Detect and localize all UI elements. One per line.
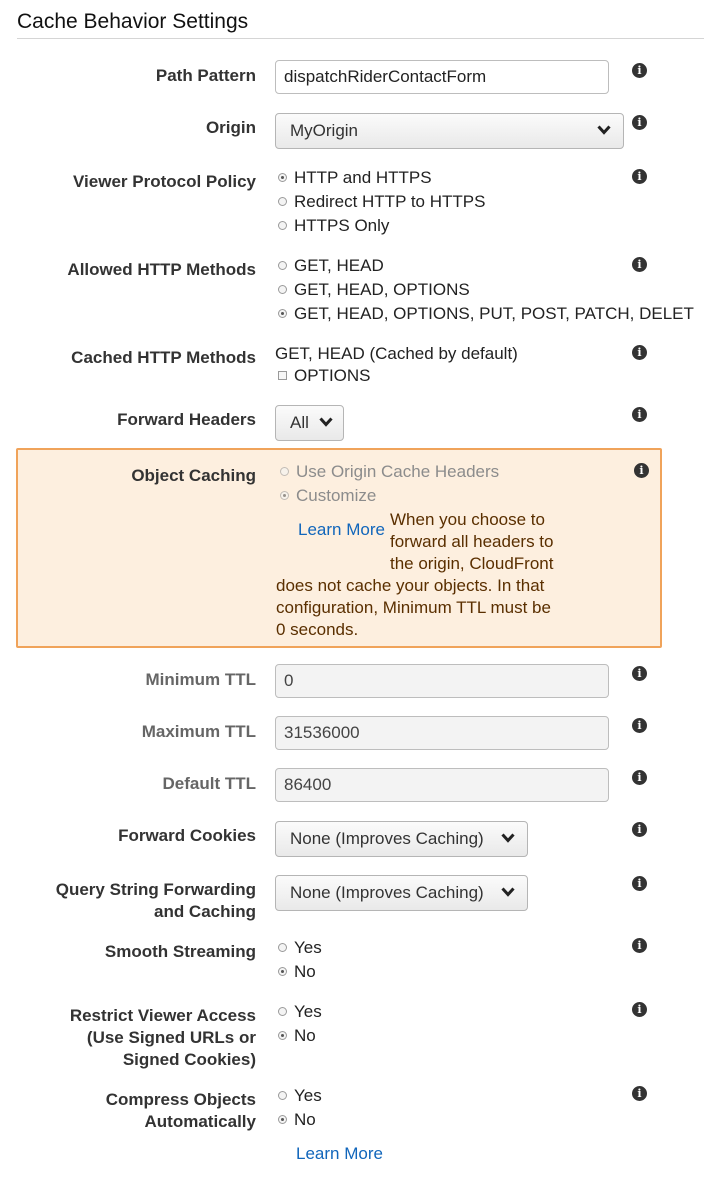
title-divider	[17, 38, 704, 39]
origin-select[interactable]: MyOrigin	[275, 113, 624, 149]
warning-line-2: forward all headers to	[390, 532, 554, 551]
query-string-select[interactable]: None (Improves Caching)	[275, 875, 528, 911]
vpp-option-https-only[interactable]: HTTPS Only	[278, 215, 389, 237]
radio-icon[interactable]	[278, 1007, 287, 1017]
viewer-protocol-policy-label: Viewer Protocol Policy	[73, 172, 256, 191]
smooth-streaming-option-yes[interactable]: Yes	[278, 937, 322, 959]
forward-cookies-info-icon[interactable]: i	[632, 822, 647, 837]
radio-icon[interactable]	[278, 197, 287, 207]
compress-objects-option-yes[interactable]: Yes	[278, 1085, 322, 1107]
radio-icon[interactable]	[278, 221, 287, 231]
viewer-protocol-info-icon[interactable]: i	[632, 169, 647, 184]
restrict-viewer-option-no[interactable]: No	[278, 1025, 316, 1047]
radio-selected-icon[interactable]	[280, 491, 289, 501]
query-string-label-line2: and Caching	[153, 902, 256, 921]
cached-methods-options-checkbox[interactable]: OPTIONS	[278, 365, 371, 387]
object-caching-label: Object Caching	[131, 466, 256, 485]
smooth-streaming-option-no[interactable]: No	[278, 961, 316, 983]
restrict-viewer-info-icon[interactable]: i	[632, 1002, 647, 1017]
forward-headers-value: All	[290, 413, 309, 432]
forward-headers-label: Forward Headers	[117, 410, 256, 429]
radio-selected-icon[interactable]	[278, 1115, 287, 1125]
default-ttl-label: Default TTL	[162, 774, 257, 793]
object-caching-option-customize[interactable]: Customize	[280, 485, 376, 507]
radio-selected-icon[interactable]	[278, 967, 287, 977]
allowed-methods-label: Allowed HTTP Methods	[67, 260, 256, 279]
warning-line-6: 0 seconds.	[276, 620, 359, 639]
forward-cookies-value: None (Improves Caching)	[290, 829, 484, 848]
warning-line-3: the origin, CloudFront	[390, 554, 554, 573]
origin-label: Origin	[205, 118, 256, 137]
maximum-ttl-info-icon[interactable]: i	[632, 718, 647, 733]
query-string-info-icon[interactable]: i	[632, 876, 647, 891]
origin-select-value: MyOrigin	[290, 121, 359, 140]
minimum-ttl-input[interactable]: 0	[275, 664, 609, 698]
minimum-ttl-label: Minimum TTL	[145, 670, 256, 689]
allowed-methods-info-icon[interactable]: i	[632, 257, 647, 272]
radio-selected-icon[interactable]	[278, 1031, 287, 1041]
warning-line-4: does not cache your objects. In that	[276, 576, 545, 595]
radio-selected-icon[interactable]	[278, 309, 287, 319]
vpp-option-redirect[interactable]: Redirect HTTP to HTTPS	[278, 191, 485, 213]
compress-objects-learn-more-link[interactable]: Learn More	[296, 1143, 383, 1165]
cached-methods-default-text: GET, HEAD (Cached by default)	[275, 344, 518, 363]
smooth-streaming-info-icon[interactable]: i	[632, 938, 647, 953]
object-caching-learn-more-link[interactable]: Learn More	[298, 519, 385, 541]
allowed-methods-option-get-head-options[interactable]: GET, HEAD, OPTIONS	[278, 279, 470, 301]
compress-objects-label-line2: Automatically	[144, 1112, 256, 1131]
compress-objects-info-icon[interactable]: i	[632, 1086, 647, 1101]
default-ttl-input[interactable]: 86400	[275, 768, 609, 802]
chevron-down-icon	[501, 833, 515, 843]
cached-methods-info-icon[interactable]: i	[632, 345, 647, 360]
restrict-viewer-label-line3: Signed Cookies)	[122, 1050, 256, 1069]
minimum-ttl-info-icon[interactable]: i	[632, 666, 647, 681]
query-string-label-line1: Query String Forwarding	[55, 880, 256, 899]
path-pattern-info-icon[interactable]: i	[632, 63, 647, 78]
radio-selected-icon[interactable]	[278, 173, 287, 183]
cached-methods-label: Cached HTTP Methods	[71, 348, 256, 367]
chevron-down-icon	[597, 125, 611, 135]
forward-cookies-select[interactable]: None (Improves Caching)	[275, 821, 528, 857]
page-title: Cache Behavior Settings	[17, 10, 249, 33]
radio-icon[interactable]	[278, 285, 287, 295]
smooth-streaming-label: Smooth Streaming	[104, 942, 256, 961]
object-caching-option-origin-headers[interactable]: Use Origin Cache Headers	[280, 461, 499, 483]
maximum-ttl-input[interactable]: 31536000	[275, 716, 609, 750]
radio-icon[interactable]	[280, 467, 289, 477]
default-ttl-info-icon[interactable]: i	[632, 770, 647, 785]
vpp-option-http-https[interactable]: HTTP and HTTPS	[278, 167, 432, 189]
restrict-viewer-option-yes[interactable]: Yes	[278, 1001, 322, 1023]
warning-line-1: When you choose to	[390, 510, 545, 529]
radio-icon[interactable]	[278, 943, 287, 953]
object-caching-info-icon[interactable]: i	[634, 463, 649, 478]
path-pattern-label: Path Pattern	[155, 66, 256, 85]
chevron-down-icon	[319, 417, 333, 427]
forward-headers-select[interactable]: All	[275, 405, 344, 441]
radio-icon[interactable]	[278, 261, 287, 271]
compress-objects-label-line1: Compress Objects	[105, 1090, 256, 1109]
query-string-value: None (Improves Caching)	[290, 883, 484, 902]
warning-line-5: configuration, Minimum TTL must be	[276, 598, 551, 617]
restrict-viewer-label-line2: (Use Signed URLs or	[86, 1028, 256, 1047]
allowed-methods-option-all[interactable]: GET, HEAD, OPTIONS, PUT, POST, PATCH, DE…	[278, 303, 704, 325]
maximum-ttl-label: Maximum TTL	[141, 722, 256, 741]
allowed-methods-option-get-head[interactable]: GET, HEAD	[278, 255, 384, 277]
compress-objects-option-no[interactable]: No	[278, 1109, 316, 1131]
radio-icon[interactable]	[278, 1091, 287, 1101]
path-pattern-input[interactable]: dispatchRiderContactForm	[275, 60, 609, 94]
chevron-down-icon	[501, 887, 515, 897]
checkbox-icon[interactable]	[278, 371, 287, 381]
restrict-viewer-label-line1: Restrict Viewer Access	[69, 1006, 256, 1025]
forward-cookies-label: Forward Cookies	[118, 826, 256, 845]
origin-info-icon[interactable]: i	[632, 115, 647, 130]
forward-headers-info-icon[interactable]: i	[632, 407, 647, 422]
